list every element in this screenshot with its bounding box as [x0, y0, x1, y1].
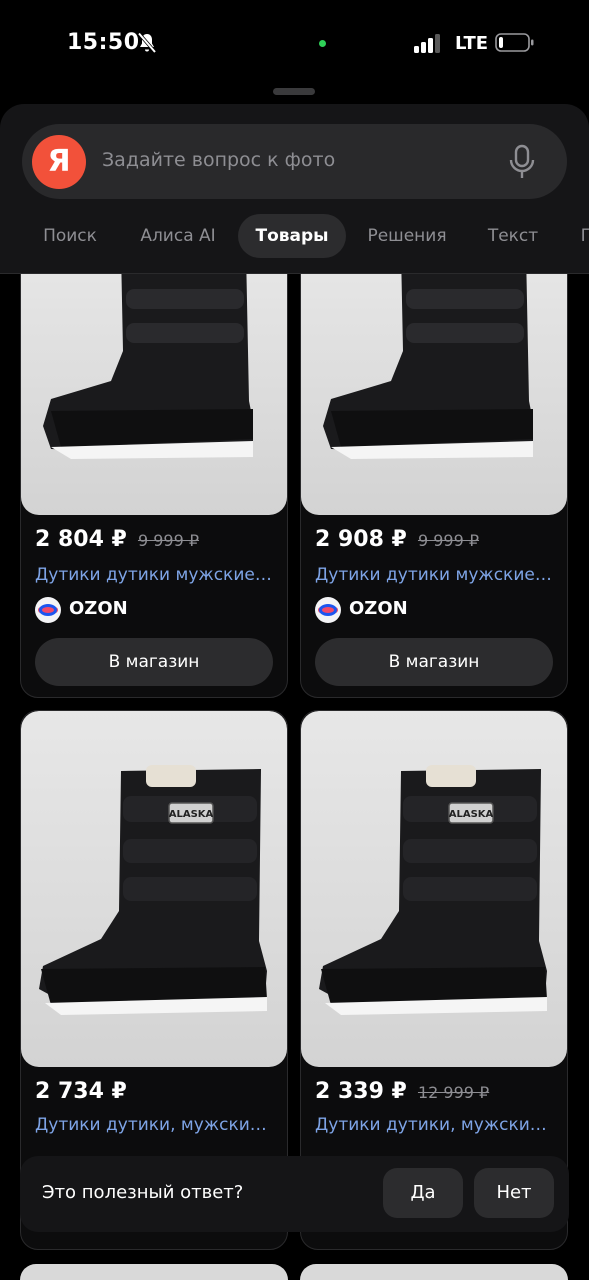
- bell-off-icon: [137, 32, 157, 54]
- product-title[interactable]: Дутики дутики мужские ...: [315, 565, 555, 585]
- old-price: 9 999 ₽: [137, 531, 200, 550]
- tab-alice-ai[interactable]: Алиса AI: [128, 214, 228, 258]
- product-image: [301, 251, 567, 515]
- product-image: [21, 251, 287, 515]
- old-price: 12 999 ₽: [417, 1083, 490, 1102]
- product-title[interactable]: Дутики дутики мужские ...: [35, 565, 275, 585]
- tab-products[interactable]: Товары: [238, 214, 346, 258]
- price: 2 734 ₽: [35, 1079, 127, 1104]
- battery-icon: [495, 33, 534, 52]
- price: 2 804 ₽: [35, 527, 127, 552]
- status-bar: 15:50 LTE: [0, 0, 589, 90]
- shop-name: OZON: [349, 598, 408, 619]
- next-product-image: [20, 1264, 288, 1280]
- boot-image: ALASKA: [319, 765, 547, 1015]
- price: 2 908 ₽: [315, 527, 407, 552]
- tab-more[interactable]: П: [572, 214, 589, 258]
- product-card[interactable]: 2 908 ₽ 9 999 ₽ Дутики дутики мужские ..…: [300, 250, 568, 698]
- yandex-logo-icon[interactable]: Я: [32, 135, 86, 189]
- alaska-badge: ALASKA: [169, 809, 214, 820]
- network-type: LTE: [455, 33, 489, 54]
- tab-text[interactable]: Текст: [476, 214, 550, 258]
- old-price: 9 999 ₽: [417, 531, 480, 550]
- next-product-image: [300, 1264, 568, 1280]
- ozon-logo-icon: [315, 597, 341, 623]
- feedback-question: Это полезный ответ?: [42, 1182, 244, 1203]
- price: 2 339 ₽: [315, 1079, 407, 1104]
- boot-image: [43, 251, 253, 459]
- to-store-button[interactable]: В магазин: [35, 638, 273, 686]
- to-store-button[interactable]: В магазин: [315, 638, 553, 686]
- product-title[interactable]: Дутики дутики, мужские,...: [315, 1115, 555, 1135]
- signal-icon: [414, 33, 444, 53]
- feedback-panel: Это полезный ответ? Да Нет: [20, 1156, 569, 1232]
- ozon-logo-icon: [35, 597, 61, 623]
- search-sheet: Я Задайте вопрос к фото Поиск Алиса AI Т…: [0, 104, 589, 274]
- price-row: 2 908 ₽ 9 999 ₽: [315, 527, 479, 557]
- price-row: 2 734 ₽: [35, 1079, 127, 1109]
- mic-icon[interactable]: [508, 144, 536, 180]
- product-image: ALASKA: [301, 711, 567, 1067]
- price-row: 2 804 ₽ 9 999 ₽: [35, 527, 199, 557]
- product-image: ALASKA: [21, 711, 287, 1067]
- shop-name: OZON: [69, 598, 128, 619]
- status-time: 15:50: [67, 30, 140, 55]
- alaska-badge: ALASKA: [449, 809, 494, 820]
- tab-bar: Поиск Алиса AI Товары Решения Текст П: [0, 214, 589, 260]
- privacy-indicator-dot: [319, 40, 326, 47]
- search-placeholder: Задайте вопрос к фото: [102, 149, 336, 171]
- sheet-drag-handle[interactable]: [273, 88, 315, 95]
- product-card[interactable]: 2 804 ₽ 9 999 ₽ Дутики дутики мужские ..…: [20, 250, 288, 698]
- product-title[interactable]: Дутики дутики, мужские,...: [35, 1115, 275, 1135]
- search-input[interactable]: Я Задайте вопрос к фото: [22, 124, 567, 199]
- yes-button[interactable]: Да: [383, 1168, 463, 1218]
- boot-image: [323, 251, 533, 459]
- tab-solutions[interactable]: Решения: [356, 214, 458, 258]
- price-row: 2 339 ₽ 12 999 ₽: [315, 1079, 489, 1109]
- boot-image: ALASKA: [39, 765, 267, 1015]
- tab-search[interactable]: Поиск: [28, 214, 112, 258]
- no-button[interactable]: Нет: [474, 1168, 554, 1218]
